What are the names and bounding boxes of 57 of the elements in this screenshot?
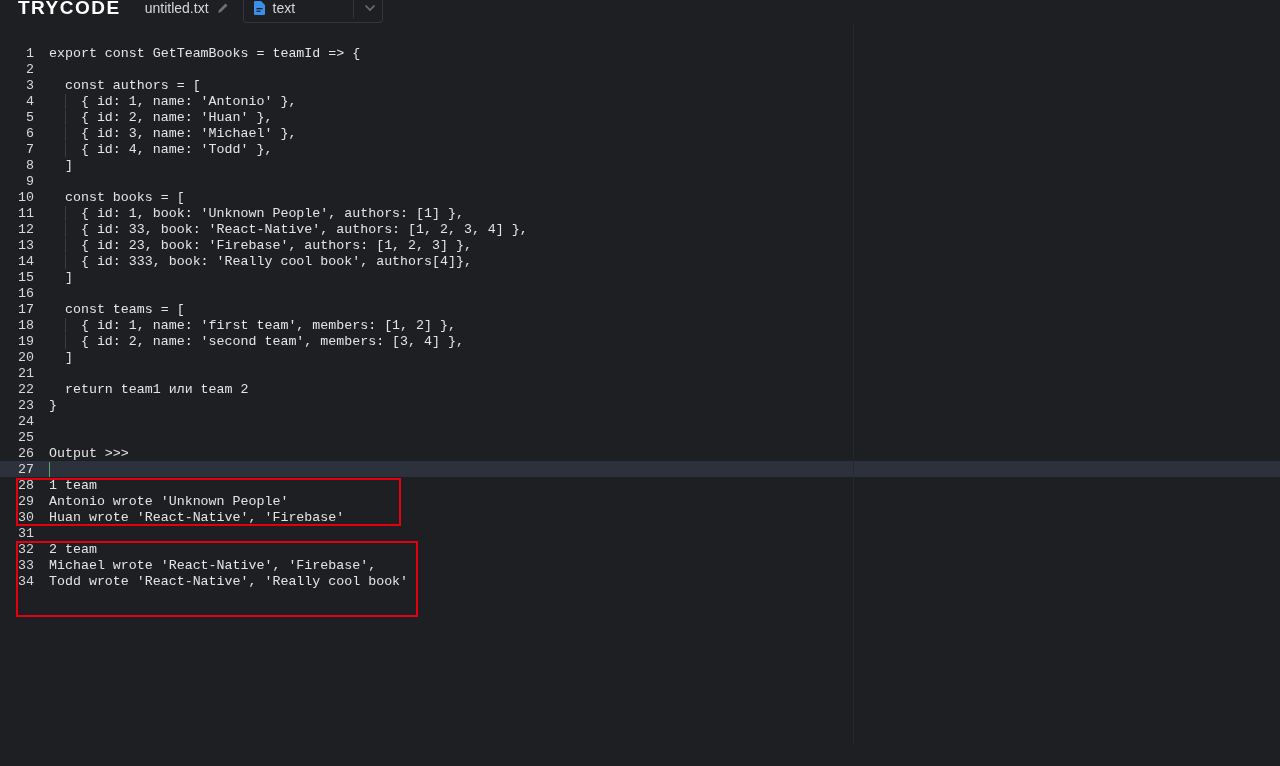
code-line: export const GetTeamBooks = teamId => { <box>49 45 361 61</box>
line-number: 6 <box>25 125 34 141</box>
line-number: 26 <box>17 445 34 461</box>
line-number: 24 <box>17 413 34 429</box>
line-number: 11 <box>17 205 34 221</box>
line-number: 34 <box>17 573 34 589</box>
code-editor[interactable] <box>0 24 1280 745</box>
code-line: Antonio wrote 'Unknown People' <box>49 493 289 509</box>
line-number: 21 <box>17 365 34 381</box>
code-line: 2 team <box>49 541 97 557</box>
line-number: 8 <box>25 157 34 173</box>
line-number: 19 <box>17 333 34 349</box>
code-line: ] <box>63 349 73 365</box>
code-line: return team1 или team 2 <box>63 381 249 397</box>
pencil-icon[interactable] <box>216 2 229 14</box>
code-line: const teams = [ <box>63 301 185 317</box>
line-number: 32 <box>17 541 34 557</box>
text-cursor <box>49 462 50 477</box>
line-number: 30 <box>17 509 34 525</box>
code-line: Michael wrote 'React-Native', 'Firebase', <box>49 557 377 573</box>
line-number: 2 <box>25 61 34 77</box>
line-number: 7 <box>25 141 34 157</box>
line-number: 13 <box>17 237 34 253</box>
line-number: 31 <box>17 525 34 541</box>
code-line: 1 team <box>49 477 97 493</box>
line-number: 22 <box>17 381 34 397</box>
line-number: 17 <box>17 301 34 317</box>
code-line: ] <box>63 157 73 173</box>
code-line: } <box>49 397 57 413</box>
line-number: 3 <box>25 77 34 93</box>
language-select[interactable]: text <box>242 0 383 23</box>
line-number: 29 <box>17 493 34 509</box>
code-line: const books = [ <box>63 189 185 205</box>
line-number: 4 <box>25 93 34 109</box>
line-number: 14 <box>17 253 34 269</box>
line-number: 23 <box>17 397 34 413</box>
line-number: 12 <box>17 221 34 237</box>
line-number: 5 <box>25 109 34 125</box>
line-number: 1 <box>25 45 34 61</box>
line-number: 27 <box>17 461 34 477</box>
code-line: ] <box>63 269 73 285</box>
line-number: 15 <box>17 269 34 285</box>
line-number: 10 <box>17 189 34 205</box>
line-number: 20 <box>17 349 34 365</box>
chevron-down-icon <box>363 4 376 12</box>
line-number: 28 <box>17 477 34 493</box>
code-line: Huan wrote 'React-Native', 'Firebase' <box>49 509 345 525</box>
line-number: 33 <box>17 557 34 573</box>
code-line: Todd wrote 'React-Native', 'Really cool book' <box>49 573 409 589</box>
file-name[interactable]: untitled.txt <box>144 0 209 16</box>
code-line: const authors = [ <box>63 77 201 93</box>
line-number: 25 <box>17 429 34 445</box>
line-number: 9 <box>25 173 34 189</box>
line-number: 18 <box>17 317 34 333</box>
line-number: 16 <box>17 285 34 301</box>
logo[interactable]: TRYCODE <box>18 0 121 16</box>
code-line: Output >>> <box>49 445 129 461</box>
